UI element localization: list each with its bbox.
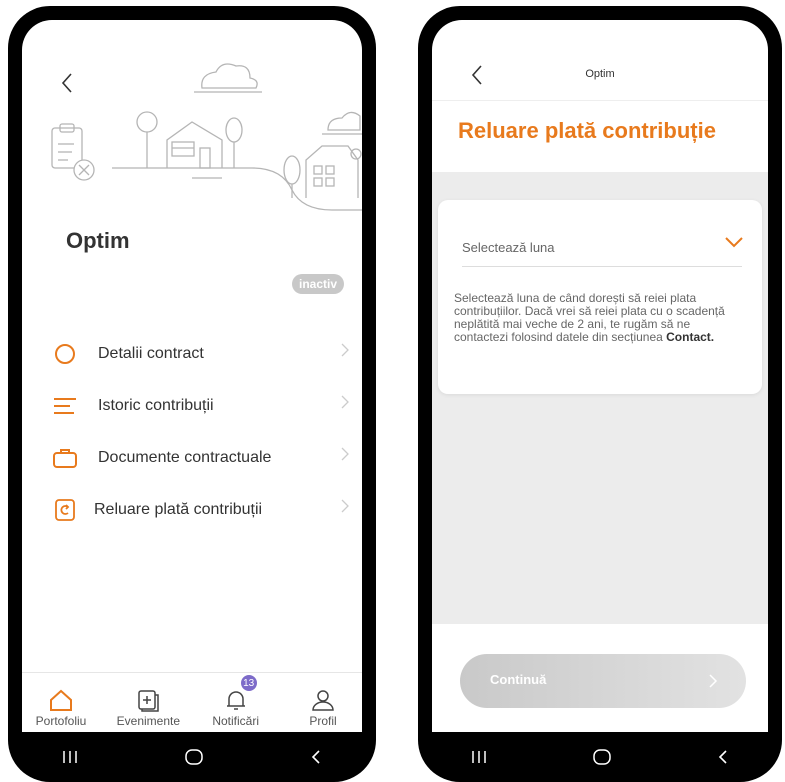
user-icon — [312, 690, 334, 711]
home-button-icon[interactable] — [184, 748, 204, 766]
helper-text: Selectează luna de când dorești să reiei… — [454, 292, 742, 344]
tab-notificari[interactable]: 13 Notificări — [201, 673, 271, 732]
chevron-right-icon — [709, 674, 718, 688]
bell-icon — [226, 691, 245, 710]
select-underline — [462, 266, 742, 267]
add-document-icon — [138, 690, 160, 712]
bottom-action-area: Continuă — [432, 624, 768, 732]
tab-evenimente[interactable]: Evenimente — [113, 673, 183, 732]
menu-item-istoric-contributii[interactable]: Istoric contribuții — [52, 380, 350, 432]
chevron-right-icon — [341, 395, 349, 409]
contact-link[interactable]: Contact. — [666, 330, 714, 344]
continue-label: Continuă — [490, 672, 547, 687]
system-back-icon[interactable] — [716, 749, 730, 765]
menu-item-label: Istoric contribuții — [98, 397, 214, 414]
menu-item-label: Documente contractuale — [98, 449, 272, 466]
system-back-icon[interactable] — [309, 749, 323, 765]
tab-portofoliu[interactable]: Portofoliu — [26, 673, 96, 732]
tab-label: Portofoliu — [35, 714, 87, 728]
recent-apps-icon[interactable] — [470, 749, 488, 765]
menu-item-reluare-plata[interactable]: Reluare plată contribuții — [52, 484, 350, 536]
tab-label: Notificări — [212, 714, 259, 728]
month-select[interactable]: Selectează luna — [462, 240, 555, 255]
menu-item-detalii-contract[interactable]: Detalii contract — [52, 328, 350, 380]
right-phone: Optim Reluare plată contribuție Selectea… — [418, 6, 782, 782]
left-screen: Optim inactiv Detalii contract Istoric c… — [22, 20, 362, 732]
chevron-down-icon[interactable] — [724, 236, 744, 248]
recent-apps-icon[interactable] — [61, 749, 79, 765]
chevron-right-icon — [341, 447, 349, 461]
page-title: Reluare plată contribuție — [458, 118, 716, 143]
continue-button[interactable]: Continuă — [460, 654, 746, 708]
menu-item-label: Reluare plată contribuții — [94, 501, 263, 518]
month-select-card: Selectează luna Selectează luna de când … — [438, 200, 762, 394]
header-title: Optim — [585, 68, 615, 80]
tab-profil[interactable]: Profil — [288, 673, 358, 732]
briefcase-icon — [52, 445, 78, 471]
notification-count-badge: 13 — [240, 675, 257, 691]
page-title: Optim — [66, 228, 130, 253]
chevron-right-icon — [341, 499, 349, 513]
left-phone: Optim inactiv Detalii contract Istoric c… — [8, 6, 376, 782]
tab-label: Evenimente — [116, 714, 181, 728]
right-screen: Optim Reluare plată contribuție Selectea… — [432, 20, 768, 732]
header-illustration — [51, 63, 362, 211]
tab-label: Profil — [309, 714, 337, 728]
list-icon — [52, 393, 78, 419]
circle-icon — [52, 341, 78, 367]
bottom-tab-bar: Portofoliu Evenimente 13 Notificări Prof… — [22, 672, 362, 732]
status-badge: inactiv — [291, 274, 344, 294]
contract-menu: Detalii contract Istoric contribuții Doc… — [52, 328, 350, 536]
menu-item-label: Detalii contract — [98, 345, 204, 362]
chevron-right-icon — [341, 343, 349, 357]
top-header: Optim — [432, 20, 768, 101]
system-navigation-bar — [418, 732, 782, 782]
document-refresh-icon — [52, 497, 78, 523]
system-navigation-bar — [8, 732, 376, 782]
menu-item-documente-contractuale[interactable]: Documente contractuale — [52, 432, 350, 484]
home-icon — [50, 689, 72, 711]
home-button-icon[interactable] — [592, 748, 612, 766]
